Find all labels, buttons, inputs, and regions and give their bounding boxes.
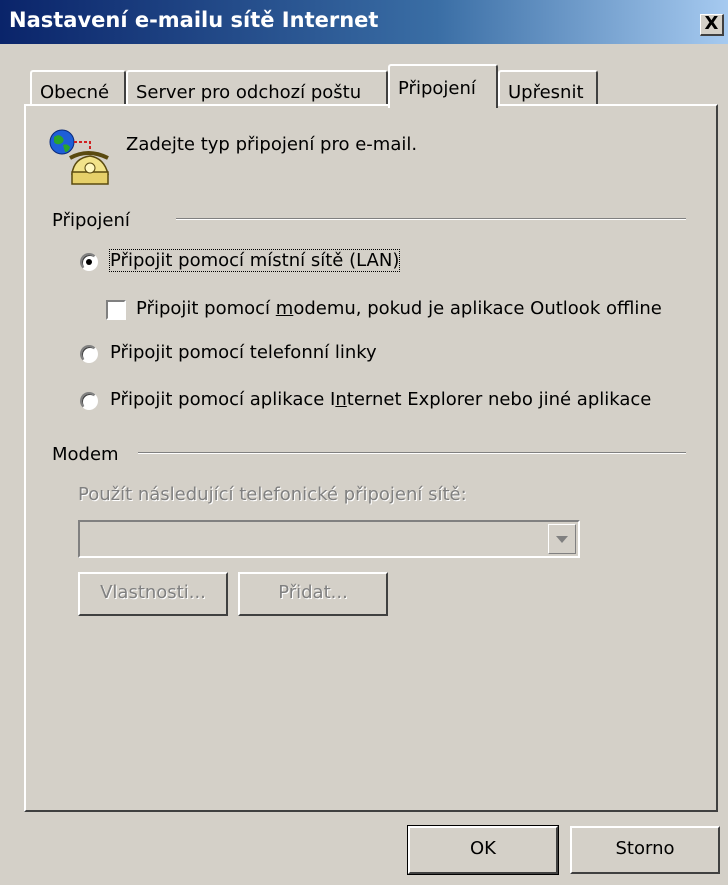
tab-label: Připojení [398, 78, 476, 99]
tab-label: Server pro odchozí poštu [136, 82, 362, 103]
close-button[interactable]: X [700, 14, 724, 36]
title-bar[interactable]: Nastavení e-mailu sítě Internet X [0, 0, 728, 44]
close-icon: X [704, 13, 719, 34]
tab-panel-pripojeni [24, 104, 718, 812]
window-title: Nastavení e-mailu sítě Internet [9, 8, 379, 32]
tab-label: Upřesnit [508, 82, 584, 103]
tab-upresnit[interactable]: Upřesnit [498, 70, 598, 106]
tab-label: Obecné [40, 82, 110, 103]
tab-obecne[interactable]: Obecné [30, 70, 126, 106]
cancel-button[interactable]: Storno [570, 826, 720, 874]
ok-button[interactable]: OK [407, 825, 559, 875]
tab-pripojeni[interactable]: Připojení [388, 64, 498, 108]
tab-server-pro-odchozi-postu[interactable]: Server pro odchozí poštu [126, 70, 388, 106]
